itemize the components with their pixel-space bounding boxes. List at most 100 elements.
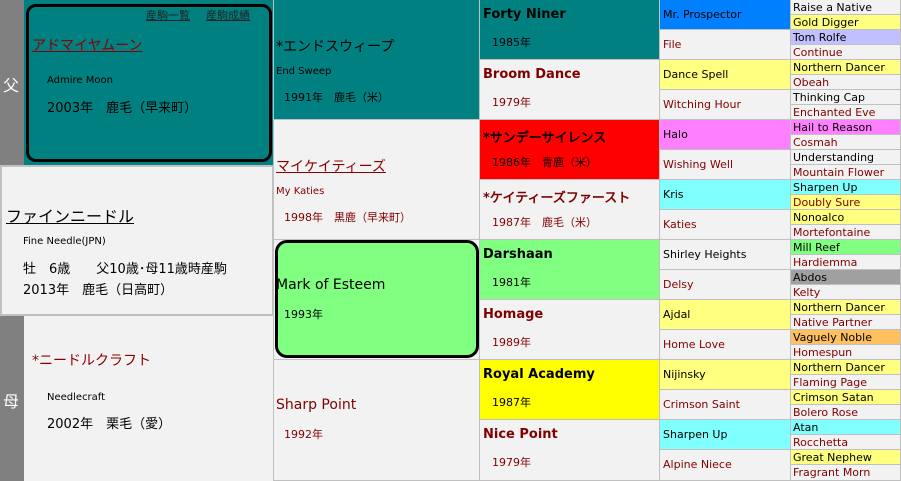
g5-cell[interactable]: Understanding [791,150,901,165]
g3-name[interactable]: *サンデーサイレンス [483,127,606,146]
horse-birth: 2013年 鹿毛（日高町） [23,283,174,298]
g3-name[interactable]: Royal Academy [483,367,595,382]
g2-info: 1992年 [284,428,323,441]
horse-name: ファインニードル [6,207,135,226]
g3-cell-8: Nice Point 1979年 [480,420,660,481]
g5-cell[interactable]: Gold Digger [791,15,901,30]
g5-cell[interactable]: Bolero Rose [791,405,901,420]
g5-cell[interactable]: Doubly Sure [791,195,901,210]
g3-year: 1979年 [492,456,531,469]
dam-side-label: 母 [0,316,24,481]
g2-cell-3: Mark of Esteem 1993年 [274,240,480,360]
sire-en-name: Admire Moon [47,75,113,86]
g4-cell[interactable]: Wishing Well [660,150,791,180]
g2-name[interactable]: Sharp Point [276,397,356,413]
g5-cell[interactable]: Abdos [791,270,901,285]
g2-cell-1: *エンドスウィープ End Sweep 1991年 鹿毛（米） [274,0,480,120]
g2-name[interactable]: *エンドスウィープ [276,36,394,56]
g5-cell[interactable]: Thinking Cap [791,90,901,105]
dam-side-text: 母 [3,392,20,411]
g2-en-name: End Sweep [276,66,332,77]
g3-name[interactable]: Nice Point [483,427,558,442]
g5-cell[interactable]: Kelty [791,285,901,300]
g3-cell-5: Darshaan 1981年 [480,240,660,300]
g3-year: 1986年 青鹿（米） [492,156,597,169]
g5-cell[interactable]: Homespun [791,345,901,360]
g2-cell-2: マイケイティーズ My Katies 1998年 黒鹿（早来町） [274,120,480,240]
g4-cell[interactable]: Shirley Heights [660,240,791,270]
g5-cell[interactable]: Cosmah [791,135,901,150]
g3-year: 1989年 [492,336,531,349]
g2-info: 1993年 [284,308,323,321]
g4-cell[interactable]: Delsy [660,270,791,300]
g5-cell[interactable]: Northern Dancer [791,300,901,315]
dam-name[interactable]: *ニードルクラフト [32,350,151,370]
g4-cell[interactable]: Ajdal [660,300,791,330]
g2-info: 1998年 黒鹿（早来町） [284,211,411,224]
g5-cell[interactable]: Raise a Native [791,0,901,15]
g5-cell[interactable]: Atan [791,420,901,435]
g5-cell[interactable]: Northern Dancer [791,360,901,375]
g5-cell[interactable]: Tom Rolfe [791,30,901,45]
g4-cell[interactable]: Halo [660,120,791,150]
g3-cell-3: *サンデーサイレンス 1986年 青鹿（米） [480,120,660,180]
g3-name[interactable]: Forty Niner [483,7,566,22]
g2-name[interactable]: Mark of Esteem [276,277,385,293]
g5-cell[interactable]: Enchanted Eve [791,105,901,120]
g3-cell-1: Forty Niner 1985年 [480,0,660,60]
sire-side-text: 父 [3,76,20,95]
g4-cell[interactable]: Dance Spell [660,60,791,90]
g3-name[interactable]: Darshaan [483,247,553,262]
g3-year: 1979年 [492,96,531,109]
g4-cell[interactable]: Home Love [660,330,791,360]
g5-cell[interactable]: Fragrant Morn [791,465,901,481]
g2-name[interactable]: マイケイティーズ [276,156,386,176]
dam-info: 2002年 栗毛（愛） [47,417,172,432]
g4-cell[interactable]: Kris [660,180,791,210]
g4-cell[interactable]: Crimson Saint [660,390,791,420]
g3-name[interactable]: Homage [483,307,543,322]
g4-cell[interactable]: Witching Hour [660,90,791,120]
g4-cell[interactable]: Mr. Prospector [660,0,791,30]
sire-info: 2003年 鹿毛（早来町） [47,101,198,116]
g5-cell[interactable]: Hail to Reason [791,120,901,135]
sire-side-label: 父 [0,0,24,165]
g5-cell[interactable]: Mortefontaine [791,225,901,240]
g5-cell[interactable]: Sharpen Up [791,180,901,195]
g2-info: 1991年 鹿毛（米） [284,91,389,104]
dam-en-name: Needlecraft [47,392,106,403]
g5-cell[interactable]: Hardiemma [791,255,901,270]
g4-cell[interactable]: Sharpen Up [660,420,791,450]
g5-cell[interactable]: Mountain Flower [791,165,901,180]
g4-cell[interactable]: Alpine Niece [660,450,791,481]
g2-cell-4: Sharp Point 1992年 [274,360,480,481]
offspring-list-link[interactable]: 産駒一覧 [146,7,190,23]
g4-cell[interactable]: Nijinsky [660,360,791,390]
g3-name[interactable]: Broom Dance [483,67,581,82]
g4-cell[interactable]: Katies [660,210,791,240]
g5-cell[interactable]: Continue [791,45,901,60]
g5-cell[interactable]: Obeah [791,75,901,90]
g2-en-name: My Katies [276,186,325,197]
g3-year: 1987年 鹿毛（米） [492,216,597,229]
horse-info: 牡 6歳 父10歳･母11歳時産駒 [23,262,227,277]
g5-cell[interactable]: Rocchetta [791,435,901,450]
g3-year: 1987年 [492,396,531,409]
g3-name[interactable]: *ケイティーズファースト [483,187,630,206]
g3-cell-4: *ケイティーズファースト 1987年 鹿毛（米） [480,180,660,240]
g5-cell[interactable]: Native Partner [791,315,901,330]
g3-year: 1985年 [492,36,531,49]
g5-cell[interactable]: Nonoalco [791,210,901,225]
offspring-stats-link[interactable]: 産駒成績 [206,7,250,23]
g5-cell[interactable]: Flaming Page [791,375,901,390]
g5-cell[interactable]: Great Nephew [791,450,901,465]
g3-year: 1981年 [492,276,531,289]
g2-highlight-frame [275,240,479,358]
sire-name[interactable]: アドマイヤムーン [32,35,142,55]
g5-cell[interactable]: Crimson Satan [791,390,901,405]
horse-en-name: Fine Needle(JPN) [23,236,106,247]
g5-cell[interactable]: Northern Dancer [791,60,901,75]
g5-cell[interactable]: Mill Reef [791,240,901,255]
g4-cell[interactable]: File [660,30,791,60]
g5-cell[interactable]: Vaguely Noble [791,330,901,345]
